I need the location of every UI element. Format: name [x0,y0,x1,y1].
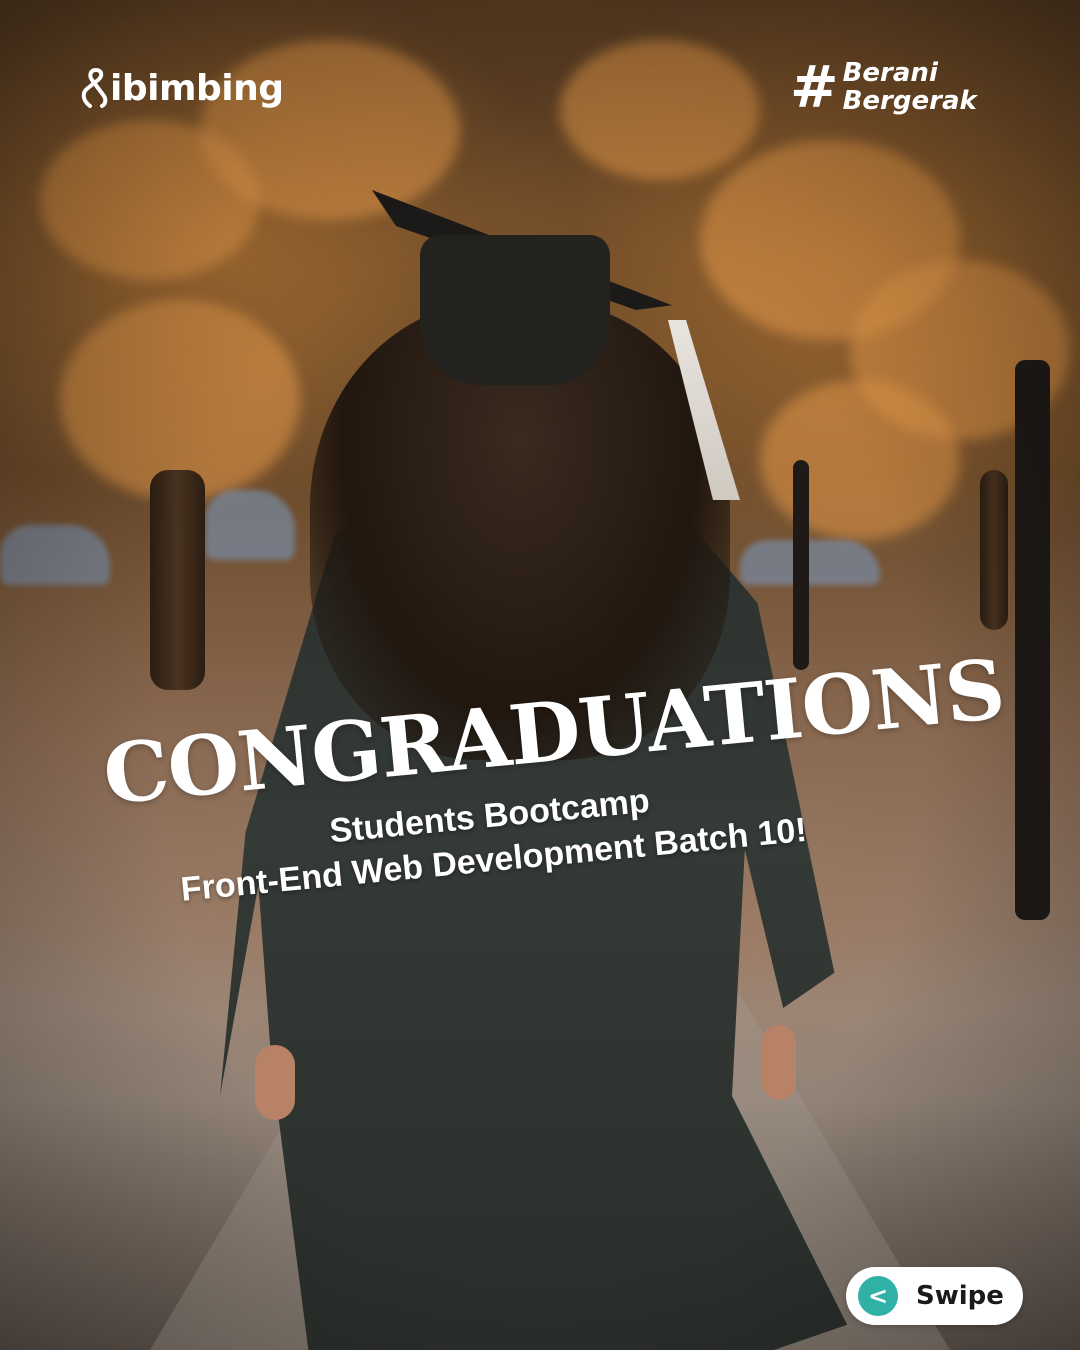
brand-name: ibimbing [110,67,284,109]
brand-logo: ibimbing [78,66,284,110]
graduation-poster: ibimbing # Berani Bergerak CONGRADUATION… [0,0,1080,1350]
hashtag-words: Berani Bergerak [843,59,977,115]
swipe-label: Swipe [916,1281,1004,1311]
hashtag-symbol: # [790,53,839,121]
hashtag-line-2: Bergerak [842,86,977,116]
hashtag-badge: # Berani Bergerak [790,58,977,116]
chevron-left-icon: < [858,1276,898,1316]
hashtag-line-1: Berani [842,58,938,88]
swipe-button[interactable]: < Swipe [846,1267,1023,1325]
ibimbing-logo-icon [81,68,108,108]
